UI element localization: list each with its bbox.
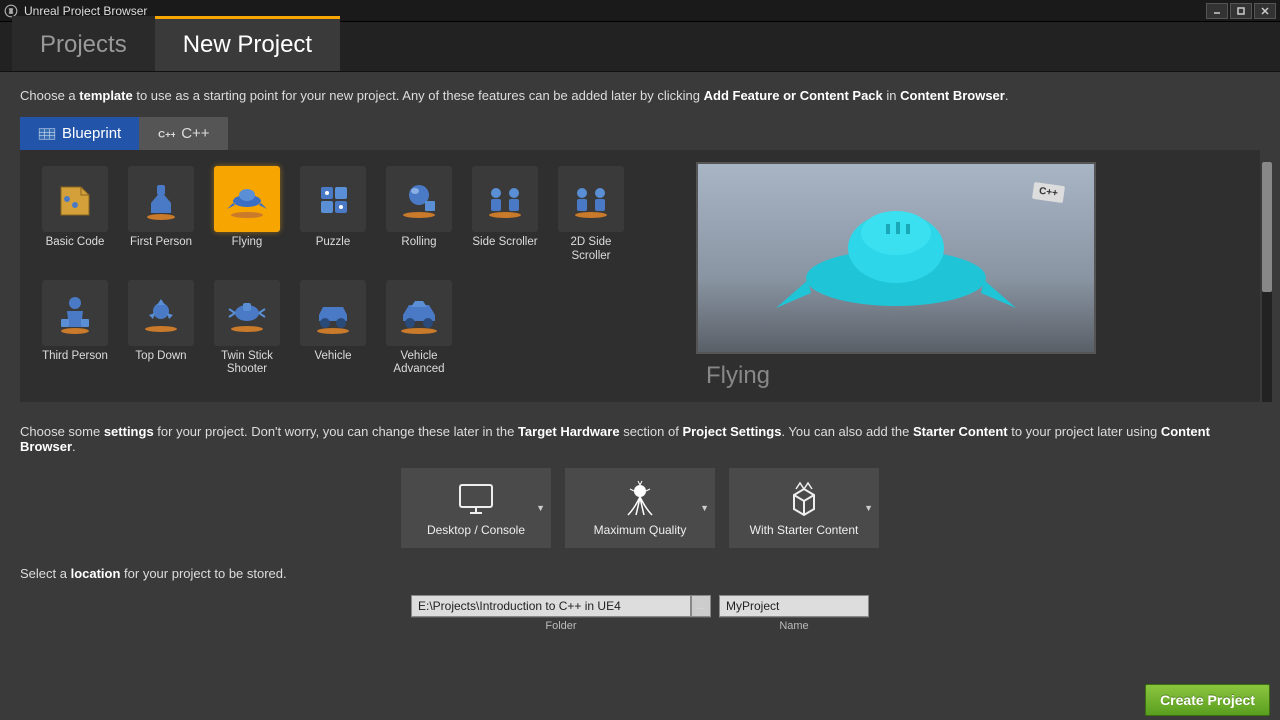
target-label: Desktop / Console — [427, 523, 525, 537]
tab-new-project[interactable]: New Project — [155, 16, 340, 71]
templates-grid: Basic Code First Person Flying Puzzle Rollin… — [36, 162, 676, 390]
preview-scrollbar[interactable] — [1262, 162, 1272, 402]
template-flying[interactable]: Flying — [208, 162, 286, 268]
template-label: Side Scroller — [472, 236, 537, 262]
svg-text:C++: C++ — [158, 129, 175, 140]
template-top-down[interactable]: Top Down — [122, 276, 200, 382]
quality-icon — [618, 479, 662, 519]
rolling-icon — [386, 166, 452, 232]
template-label: Flying — [232, 236, 263, 262]
box-icon — [782, 479, 826, 519]
chevron-down-icon: ▼ — [536, 503, 545, 513]
template-label: Basic Code — [46, 236, 105, 262]
template-label: Twin Stick Shooter — [208, 350, 286, 378]
templates-area: Basic Code First Person Flying Puzzle Rollin… — [20, 150, 1260, 402]
template-label: Vehicle — [314, 350, 351, 376]
main-tabs: Projects New Project — [0, 22, 1280, 72]
template-vehicle-advanced[interactable]: Vehicle Advanced — [380, 276, 458, 382]
template-label: 2D Side Scroller — [552, 236, 630, 264]
vehicle-icon — [300, 280, 366, 346]
target-hardware-selector[interactable]: Desktop / Console ▼ — [401, 468, 551, 548]
quality-selector[interactable]: Maximum Quality ▼ — [565, 468, 715, 548]
twin-stick-shooter-icon — [214, 280, 280, 346]
quality-label: Maximum Quality — [594, 523, 687, 537]
template-basic-code[interactable]: Basic Code — [36, 162, 114, 268]
template-type-tabs: Blueprint C++ C++ — [20, 117, 1260, 150]
third-person-icon — [42, 280, 108, 346]
tab-projects[interactable]: Projects — [12, 16, 155, 71]
template-first-person[interactable]: First Person — [122, 162, 200, 268]
template-side-scroller[interactable]: Side Scroller — [466, 162, 544, 268]
close-button[interactable] — [1254, 3, 1276, 19]
template-intro-text: Choose a template to use as a starting p… — [20, 88, 1260, 103]
chevron-down-icon: ▼ — [700, 503, 709, 513]
template-vehicle[interactable]: Vehicle — [294, 276, 372, 382]
template-puzzle[interactable]: Puzzle — [294, 162, 372, 268]
cpp-badge: C++ — [1032, 182, 1065, 203]
create-project-button[interactable]: Create Project — [1145, 684, 1270, 716]
cpp-icon: C++ — [157, 127, 175, 141]
maximize-button[interactable] — [1230, 3, 1252, 19]
template-label: Rolling — [401, 236, 436, 262]
template-third-person[interactable]: Third Person — [36, 276, 114, 382]
flying-icon — [214, 166, 280, 232]
template-twin-stick-shooter[interactable]: Twin Stick Shooter — [208, 276, 286, 382]
template-label: Third Person — [42, 350, 108, 376]
top-down-icon — [128, 280, 194, 346]
monitor-icon — [454, 479, 498, 519]
vehicle-advanced-icon — [386, 280, 452, 346]
first-person-icon — [128, 166, 194, 232]
template-rolling[interactable]: Rolling — [380, 162, 458, 268]
preview-image: C++ — [696, 162, 1096, 354]
side-scroller-icon — [472, 166, 538, 232]
preview-title: Flying — [706, 362, 1244, 390]
flying-ship-icon — [756, 178, 1036, 338]
starter-label: With Starter Content — [750, 523, 859, 537]
2d-side-scroller-icon — [558, 166, 624, 232]
location-intro-text: Select a location for your project to be… — [20, 566, 1260, 581]
tab-blueprint[interactable]: Blueprint — [20, 117, 139, 150]
template-2d-side-scroller[interactable]: 2D Side Scroller — [552, 162, 630, 268]
blueprint-icon — [38, 127, 56, 141]
preview-panel: C++ Flying — [696, 162, 1244, 390]
template-label: First Person — [130, 236, 192, 262]
basic-code-icon — [42, 166, 108, 232]
starter-content-selector[interactable]: With Starter Content ▼ — [729, 468, 879, 548]
project-name-input[interactable] — [719, 595, 869, 617]
name-label: Name — [779, 620, 808, 632]
browse-folder-button[interactable]: ... — [691, 595, 711, 617]
template-label: Puzzle — [316, 236, 351, 262]
folder-label: Folder — [545, 620, 576, 632]
template-label: Vehicle Advanced — [380, 350, 458, 378]
chevron-down-icon: ▼ — [864, 503, 873, 513]
puzzle-icon — [300, 166, 366, 232]
template-label: Top Down — [135, 350, 186, 376]
settings-intro-text: Choose some settings for your project. D… — [20, 424, 1260, 454]
minimize-button[interactable] — [1206, 3, 1228, 19]
tab-cpp[interactable]: C++ C++ — [139, 117, 227, 150]
folder-input[interactable] — [411, 595, 691, 617]
